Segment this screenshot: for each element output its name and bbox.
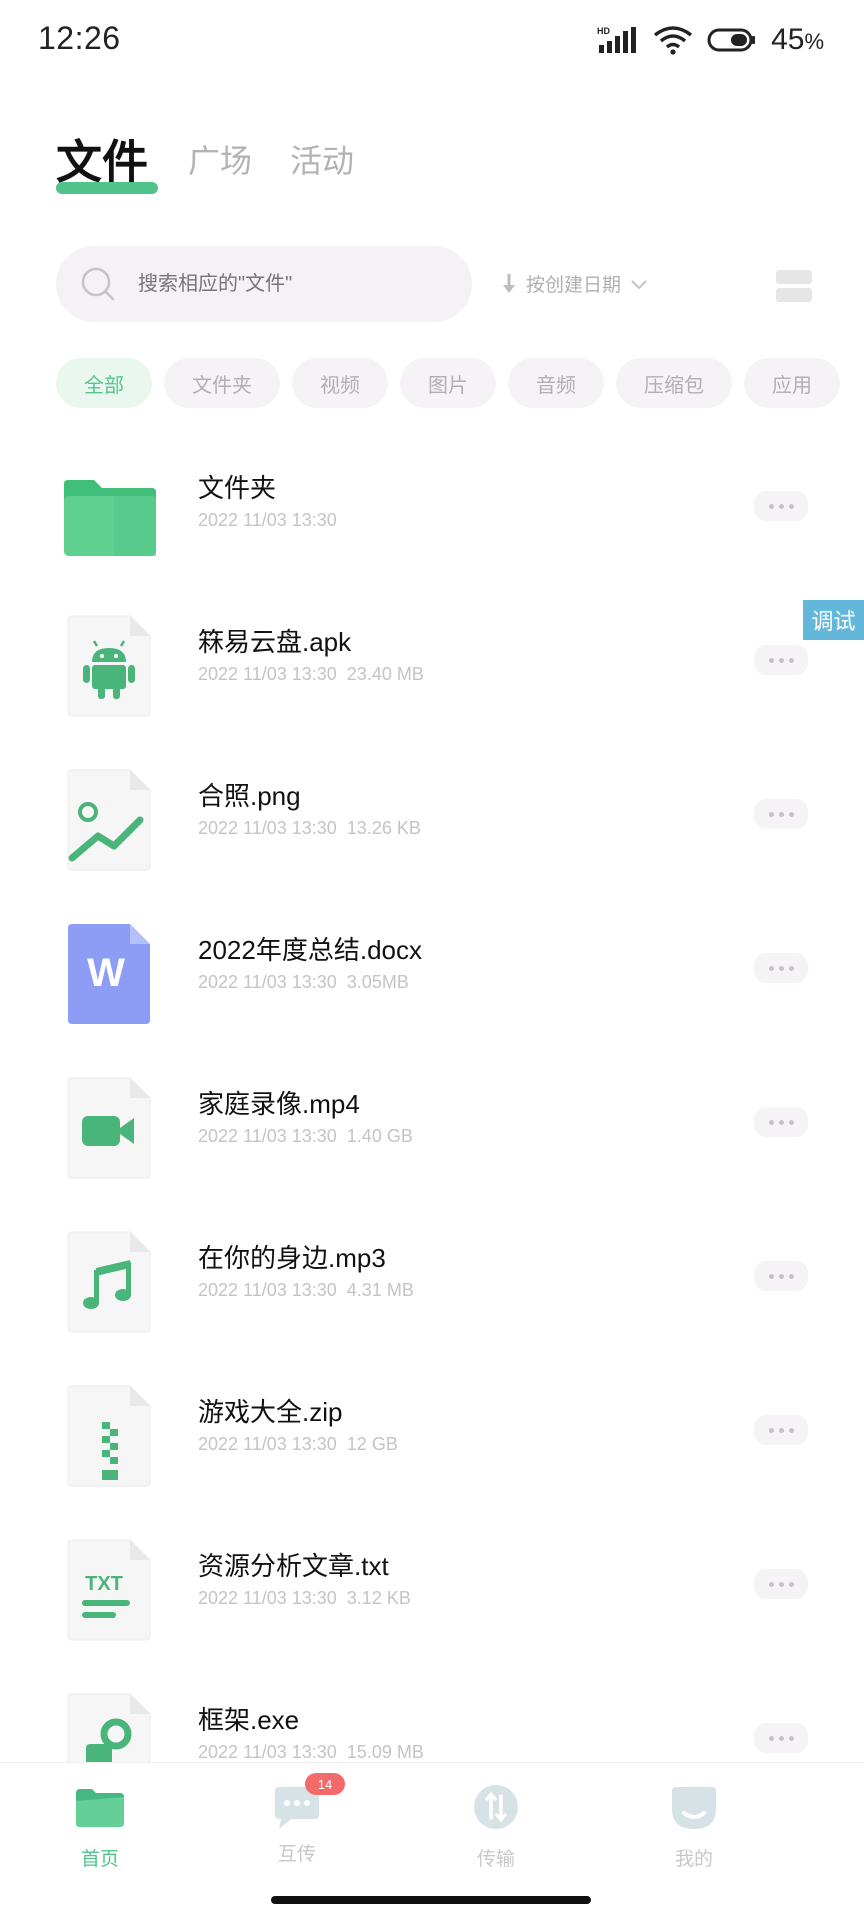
status-right: HD 45% <box>597 22 824 58</box>
nav-label: 我的 <box>674 1849 713 1870</box>
android-icon <box>67 615 151 717</box>
nav-home[interactable]: 首页 <box>40 1783 160 1871</box>
file-name: 箖易云盘.apk <box>198 627 352 657</box>
nav-label: 传输 <box>476 1849 515 1870</box>
more-button[interactable] <box>754 1415 808 1445</box>
list-item[interactable]: 在你的身边.mp3 2022 11/03 13:30 4.31 MB <box>0 1204 864 1358</box>
chip-all[interactable]: 全部 <box>56 358 152 408</box>
nav-transfer-share[interactable]: 14 互传 <box>237 1773 357 1866</box>
file-name: 合照.png <box>198 781 301 811</box>
nav-profile[interactable]: 我的 <box>634 1783 754 1871</box>
signal-icon: HD <box>597 26 637 53</box>
svg-text:TXT: TXT <box>85 1573 123 1595</box>
file-meta: 2022 11/03 13:30 <box>198 510 337 530</box>
more-button[interactable] <box>754 953 808 983</box>
nav-label: 首页 <box>80 1849 119 1870</box>
more-button[interactable] <box>754 799 808 829</box>
word-icon: W <box>68 924 150 1024</box>
more-button[interactable] <box>754 1107 808 1137</box>
search-box[interactable] <box>56 246 472 322</box>
list-item[interactable]: 游戏大全.zip 2022 11/03 13:30 12 GB <box>0 1358 864 1512</box>
folder-icon <box>76 1789 124 1827</box>
debug-tag[interactable]: 调试 <box>803 600 864 640</box>
filter-chips: 全部 文件夹 视频 图片 音频 压缩包 应用 <box>56 358 840 410</box>
file-meta: 2022 11/03 13:30 15.09 MB <box>198 1742 424 1762</box>
view-toggle-button[interactable] <box>776 270 812 302</box>
file-name: 资源分析文章.txt <box>198 1551 389 1581</box>
wifi-icon <box>653 26 693 55</box>
battery-percentage: 45% <box>771 23 824 56</box>
battery-icon <box>707 28 756 52</box>
transfer-icon <box>474 1785 518 1829</box>
active-tab-indicator <box>56 182 158 194</box>
svg-text:W: W <box>87 951 125 995</box>
file-name: 2022年度总结.docx <box>198 935 422 965</box>
chip-audio[interactable]: 音频 <box>508 358 604 408</box>
sort-label: 按创建日期 <box>526 275 622 296</box>
view-toggle-bar <box>776 270 812 284</box>
profile-icon <box>672 1787 716 1829</box>
file-meta: 2022 11/03 13:30 3.05MB <box>198 972 409 992</box>
more-button[interactable] <box>754 1569 808 1599</box>
file-name: 框架.exe <box>198 1705 300 1735</box>
chat-icon-wrap: 14 <box>271 1773 345 1831</box>
zip-icon <box>67 1385 151 1487</box>
list-item[interactable]: TXT 资源分析文章.txt 2022 11/03 13:30 3.12 KB <box>0 1512 864 1666</box>
file-meta: 2022 11/03 13:30 12 GB <box>198 1434 398 1454</box>
list-item[interactable]: 合照.png 2022 11/03 13:30 13.26 KB <box>0 742 864 896</box>
more-button[interactable] <box>754 491 808 521</box>
list-item[interactable]: W 2022年度总结.docx 2022 11/03 13:30 3.05MB <box>0 896 864 1050</box>
nav-transmission[interactable]: 传输 <box>436 1783 556 1871</box>
file-name: 文件夹 <box>198 473 277 503</box>
file-meta: 2022 11/03 13:30 1.40 GB <box>198 1126 413 1146</box>
file-meta: 2022 11/03 13:30 3.12 KB <box>198 1588 411 1608</box>
home-indicator <box>271 1896 591 1904</box>
file-meta: 2022 11/03 13:30 13.26 KB <box>198 818 421 838</box>
video-icon <box>67 1077 151 1179</box>
file-meta: 2022 11/03 13:30 4.31 MB <box>198 1280 414 1300</box>
chip-archive[interactable]: 压缩包 <box>616 358 732 408</box>
nav-label: 互传 <box>277 1844 316 1865</box>
view-toggle-bar <box>776 288 812 302</box>
status-bar: 12:26 HD 45% <box>0 0 864 84</box>
folder-icon <box>64 480 156 556</box>
search-icon <box>81 267 115 301</box>
tab-plaza[interactable]: 广场 <box>188 136 252 182</box>
file-name: 在你的身边.mp3 <box>198 1243 386 1273</box>
music-icon <box>67 1231 151 1333</box>
chip-folder[interactable]: 文件夹 <box>164 358 280 408</box>
list-item[interactable]: 文件夹 2022 11/03 13:30 <box>0 434 864 588</box>
chip-image[interactable]: 图片 <box>400 358 496 408</box>
status-time: 12:26 <box>38 20 121 56</box>
chip-video[interactable]: 视频 <box>292 358 388 408</box>
list-item[interactable]: 家庭录像.mp4 2022 11/03 13:30 1.40 GB <box>0 1050 864 1204</box>
more-button[interactable] <box>754 1723 808 1753</box>
more-button[interactable] <box>754 645 808 675</box>
file-meta: 2022 11/03 13:30 23.40 MB <box>198 664 424 684</box>
arrow-down-icon <box>503 273 515 293</box>
tab-activity[interactable]: 活动 <box>290 136 354 182</box>
sort-dropdown[interactable]: 按创建日期 <box>500 270 649 297</box>
file-name: 家庭录像.mp4 <box>198 1089 360 1119</box>
file-name: 游戏大全.zip <box>198 1397 343 1427</box>
unread-badge: 14 <box>305 1773 345 1795</box>
chevron-down-icon <box>631 279 647 289</box>
image-icon <box>67 769 151 871</box>
chip-app[interactable]: 应用 <box>744 358 840 408</box>
more-button[interactable] <box>754 1261 808 1291</box>
list-item[interactable]: 箖易云盘.apk 2022 11/03 13:30 23.40 MB <box>0 588 864 742</box>
search-input[interactable] <box>136 271 440 297</box>
txt-icon: TXT <box>67 1539 151 1641</box>
svg-text:HD: HD <box>597 26 610 36</box>
